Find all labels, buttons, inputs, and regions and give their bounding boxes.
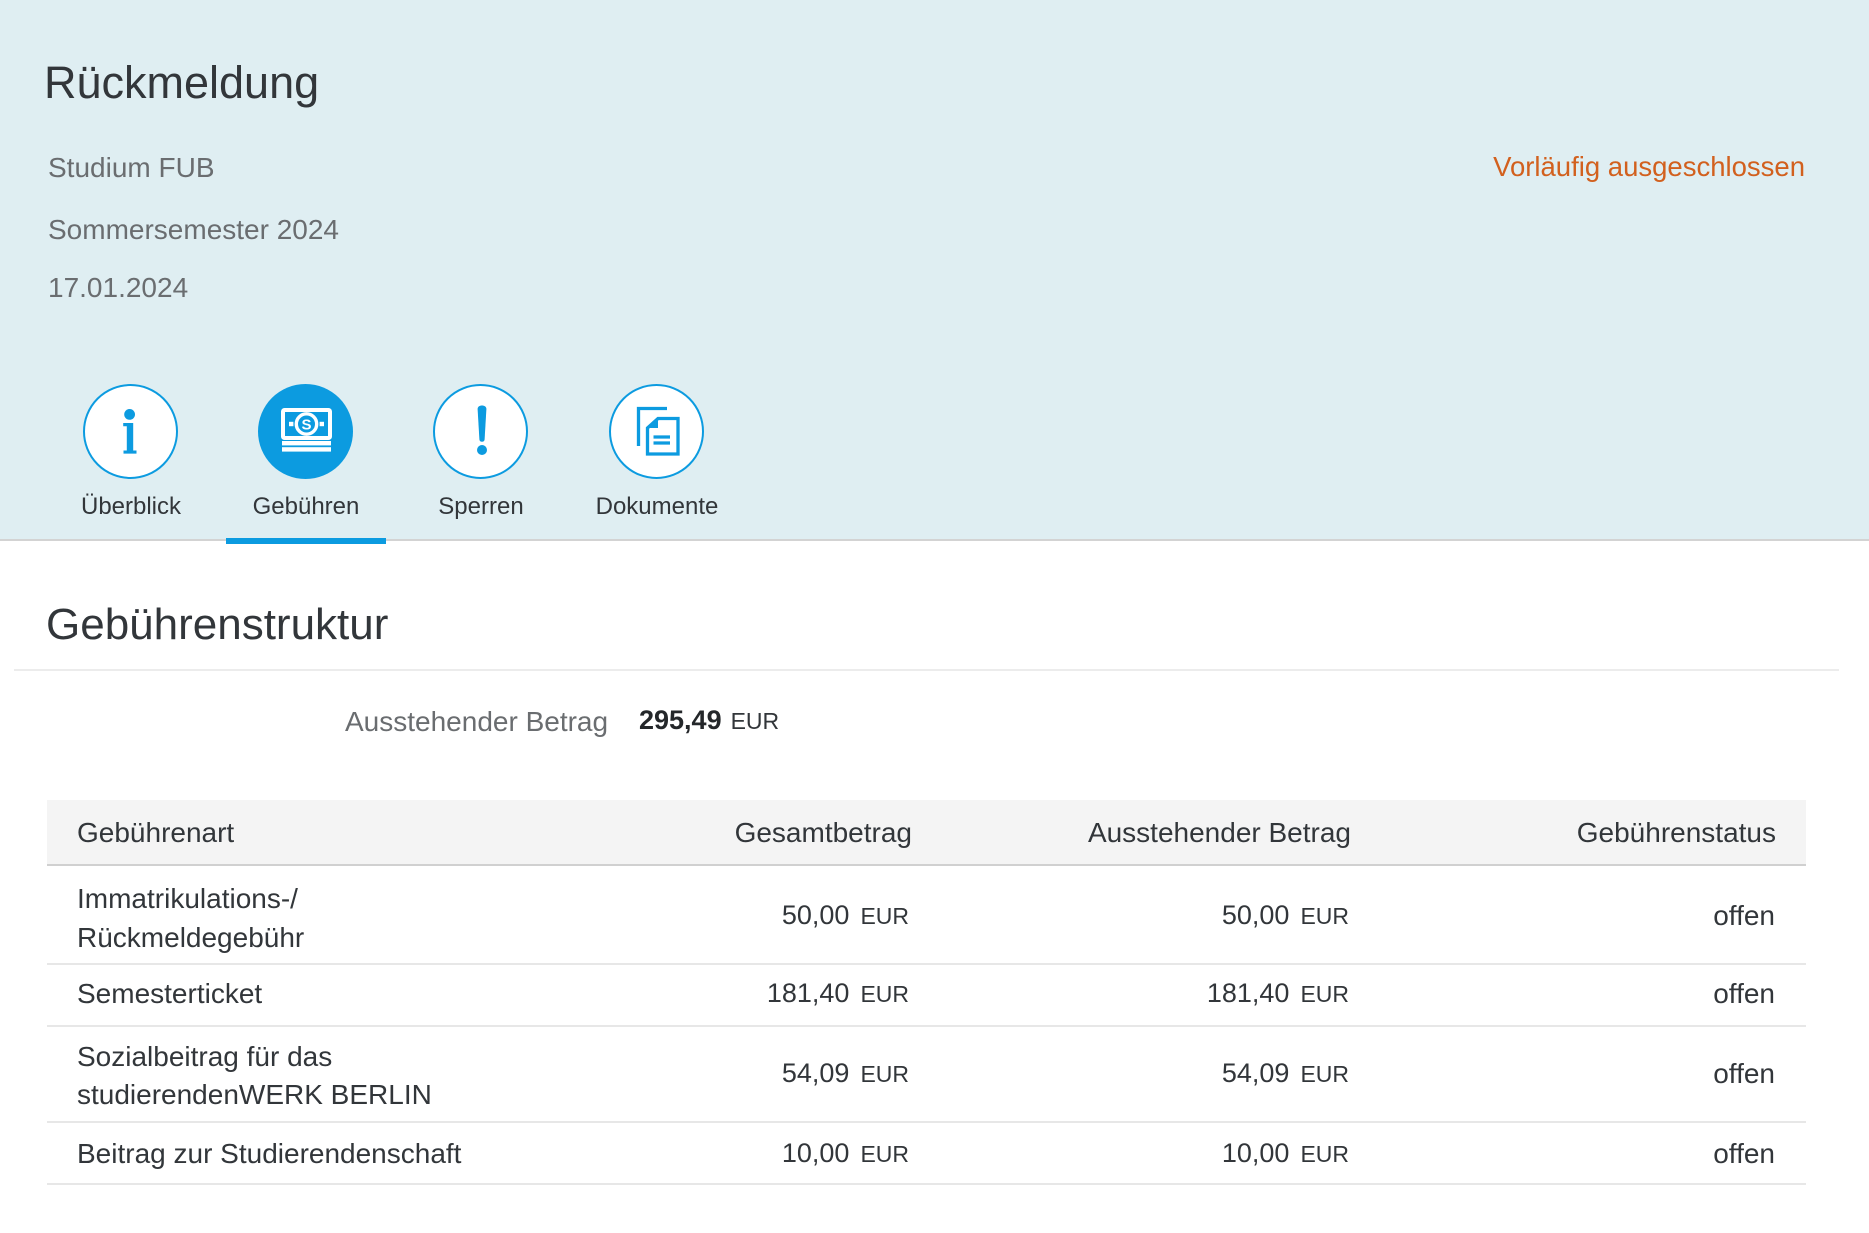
svg-text:S: S [301,417,311,434]
